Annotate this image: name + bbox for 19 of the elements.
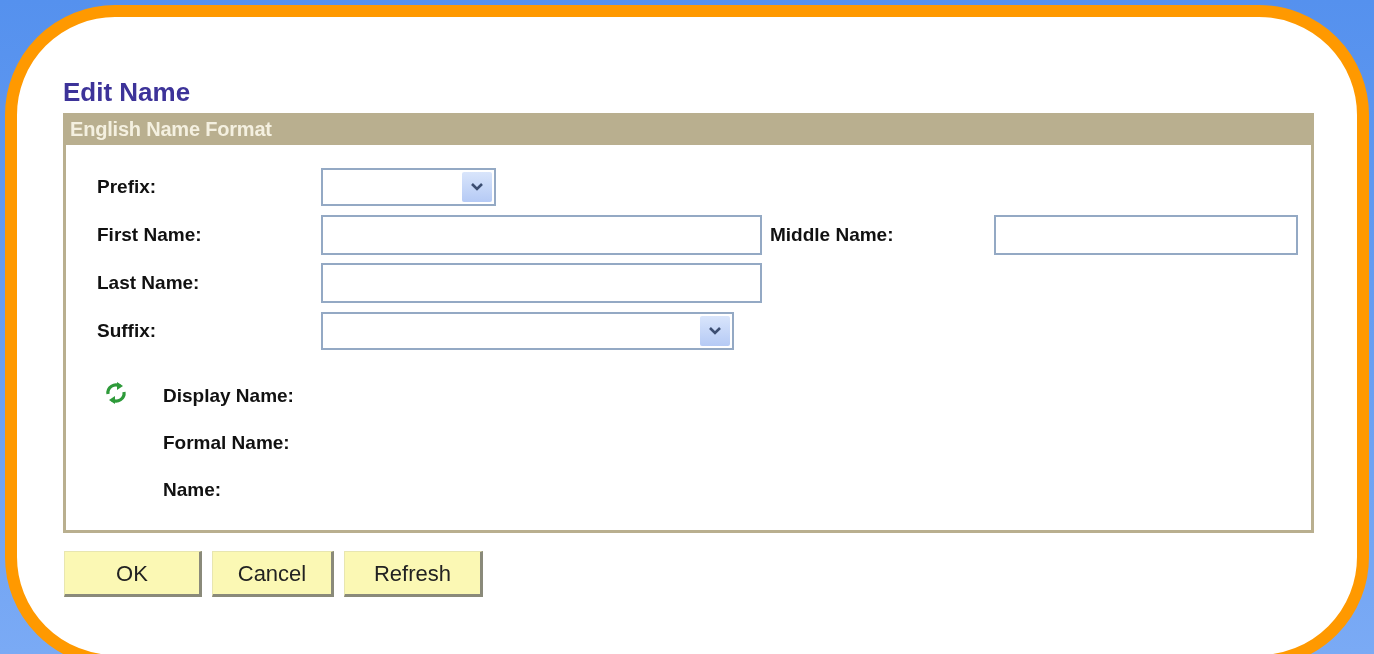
field-label: Prefix: <box>97 174 158 199</box>
action-button[interactable]: OK <box>64 551 202 597</box>
dropdown-field[interactable] <box>321 168 496 206</box>
text-field[interactable] <box>994 215 1298 255</box>
field-label: Name: <box>163 478 222 503</box>
page-title: Edit Name <box>63 77 192 107</box>
section-header: English Name Format <box>66 113 1311 145</box>
field-label: First Name: <box>97 222 203 247</box>
action-button[interactable]: Refresh <box>344 551 483 597</box>
field-label: Last Name: <box>97 270 201 295</box>
text-field[interactable] <box>321 263 762 303</box>
field-label: Display Name: <box>163 384 294 409</box>
field-label: Suffix: <box>97 318 158 343</box>
field-label: Formal Name: <box>163 431 290 456</box>
refresh-icon <box>103 380 129 406</box>
text-field[interactable] <box>321 215 762 255</box>
field-label: Middle Name: <box>770 222 895 247</box>
dropdown-field[interactable] <box>321 312 734 350</box>
action-button[interactable]: Cancel <box>212 551 334 597</box>
